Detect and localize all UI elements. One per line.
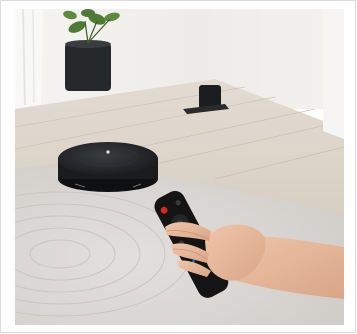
product-photo	[15, 9, 344, 325]
image-frame	[0, 0, 356, 333]
plant-pot	[65, 43, 111, 91]
robot-vacuum	[58, 142, 158, 192]
curtain	[15, 9, 43, 109]
